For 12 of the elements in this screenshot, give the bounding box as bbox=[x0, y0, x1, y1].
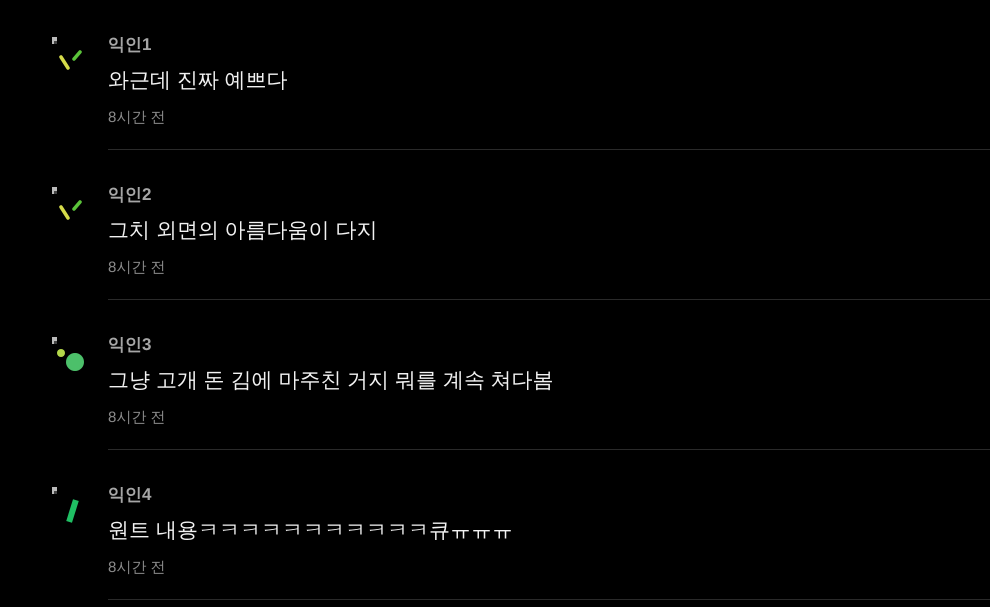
comment-text: 그냥 고개 돈 김에 마주친 거지 뭐를 계속 쳐다봄 bbox=[108, 368, 554, 394]
author-name: 익인4 bbox=[108, 484, 152, 506]
comment-time: 8시간 전 bbox=[108, 108, 166, 128]
comment-time: 8시간 전 bbox=[108, 558, 166, 578]
author-name: 익인2 bbox=[108, 184, 152, 206]
comment-time: 8시간 전 bbox=[108, 258, 166, 278]
comment-text: 원트 내용ㅋㅋㅋㅋㅋㅋㅋㅋㅋㅋㅋ큐ㅠㅠㅠ bbox=[108, 518, 513, 544]
author-name: 익인1 bbox=[108, 34, 152, 56]
comment-text: 와근데 진짜 예쁘다 bbox=[108, 68, 288, 94]
comment-text: 그치 외면의 아름다움이 다지 bbox=[108, 218, 378, 244]
comment-time: 8시간 전 bbox=[108, 408, 166, 428]
author-name: 익인3 bbox=[108, 334, 152, 356]
